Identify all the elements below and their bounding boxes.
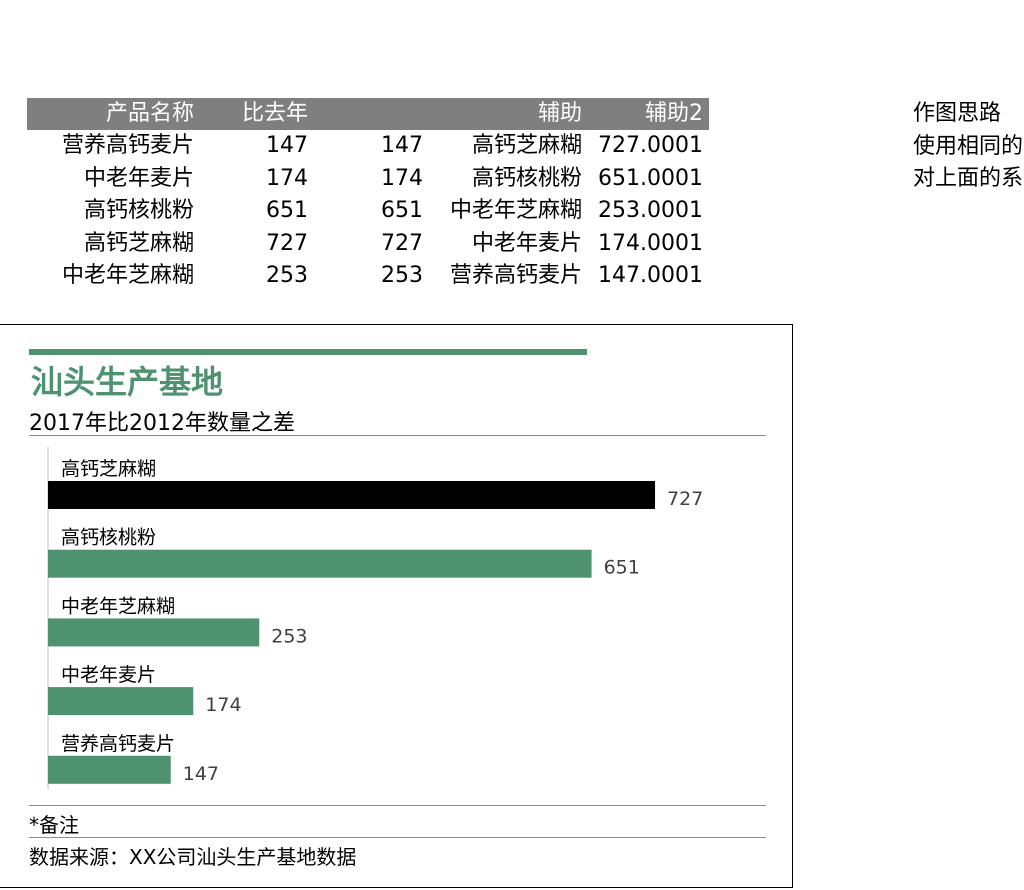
table-cell: 中老年麦片: [83, 165, 194, 191]
header-cell: 比去年: [241, 101, 308, 126]
bar: [48, 481, 656, 509]
side-note-line: 对上面的系: [913, 166, 1024, 191]
side-note-line: 作图思路: [913, 101, 1002, 126]
chart-subtitle: 2017年比2012年数量之差: [29, 411, 295, 436]
table-cell: 651: [266, 198, 308, 223]
table-cell: 727: [266, 230, 308, 256]
table-cell: 营养高钙麦片: [61, 133, 194, 158]
category-label: 高钙芝麻糊: [61, 458, 156, 480]
header-cell: 辅助2: [645, 101, 703, 126]
table-row: 高钙核桃粉 651 651 中老年芝麻糊 253.0001: [27, 195, 709, 228]
footer-divider-top: [29, 805, 766, 806]
chart-source: 数据来源：XX公司汕头生产基地数据: [29, 845, 357, 869]
table-cell: 中老年麦片: [471, 230, 582, 256]
category-label: 中老年麦片: [61, 664, 156, 686]
bar: [48, 549, 592, 578]
table-cell: 174.0001: [598, 230, 703, 256]
data-label: 253: [271, 625, 307, 647]
table-cell: 147.0001: [598, 263, 703, 288]
title-accent-bar: [29, 349, 587, 355]
table-cell: 174: [266, 165, 308, 191]
bar: [48, 687, 194, 716]
table-cell: 253: [266, 263, 308, 288]
table-cell: 高钙核桃粉: [471, 165, 582, 191]
table-cell: 147: [381, 133, 423, 158]
footer-divider-bottom: [29, 837, 766, 838]
bar-chart-svg: 高钙芝麻糊 727 高钙核桃粉 651 中老年芝麻糊 253 中老年麦片 174 营养高钙麦片 1…: [47, 447, 703, 789]
table-cell: 中老年芝麻糊: [449, 198, 582, 223]
table-cell: 727.0001: [598, 133, 703, 158]
chart-footnote: *备注: [29, 813, 79, 837]
chart-title: 汕头生产基地: [31, 363, 224, 401]
table-cell: 高钙核桃粉: [83, 198, 194, 223]
category-label: 高钙核桃粉: [61, 527, 156, 549]
data-label: 147: [183, 763, 219, 785]
table-cell: 营养高钙麦片: [449, 263, 582, 288]
category-label: 营养高钙麦片: [61, 733, 175, 755]
header-cell: 辅助: [537, 101, 582, 126]
table-row: 营养高钙麦片 147 147 高钙芝麻糊 727.0001: [27, 130, 709, 163]
table-cell: 147: [266, 133, 308, 158]
table-cell: 253: [381, 263, 423, 288]
side-note: 作图思路 使用相同的 对上面的系: [913, 98, 1023, 196]
table-row: 中老年麦片 174 174 高钙核桃粉 651.0001: [27, 163, 709, 196]
table-cell: 高钙芝麻糊: [471, 133, 582, 158]
table-row: 高钙芝麻糊 727 727 中老年麦片 174.0001: [27, 228, 709, 261]
table-row: 中老年芝麻糊 253 253 营养高钙麦片 147.0001: [27, 260, 709, 293]
bar-chart: 高钙芝麻糊 727 高钙核桃粉 651 中老年芝麻糊 253 中老年麦片 174 营养高钙麦片 1…: [29, 435, 766, 805]
table-cell: 253.0001: [598, 198, 703, 223]
table-cell: 651: [381, 198, 423, 223]
table-cell: 高钙芝麻糊: [83, 230, 194, 256]
table-cell: 651.0001: [598, 165, 703, 191]
side-note-line: 使用相同的: [913, 133, 1024, 159]
data-table: 产品名称 比去年 辅助 辅助2 营养高钙麦片 147 147 高钙芝麻糊 727…: [27, 98, 709, 293]
chart-panel: 汕头生产基地 2017年比2012年数量之差 高钙芝麻糊 727 高钙核桃粉 651 中…: [0, 324, 793, 888]
data-label: 651: [604, 557, 640, 579]
bar: [48, 755, 171, 784]
category-label: 中老年芝麻糊: [61, 595, 175, 617]
table-cell: 中老年芝麻糊: [61, 263, 194, 288]
data-label: 174: [205, 694, 241, 716]
header-cell: 产品名称: [105, 101, 194, 126]
data-label: 727: [667, 488, 703, 510]
table-header: 产品名称 比去年 辅助 辅助2: [27, 98, 709, 130]
table-cell: 174: [381, 165, 423, 191]
bar: [48, 618, 260, 647]
table-cell: 727: [381, 230, 423, 256]
